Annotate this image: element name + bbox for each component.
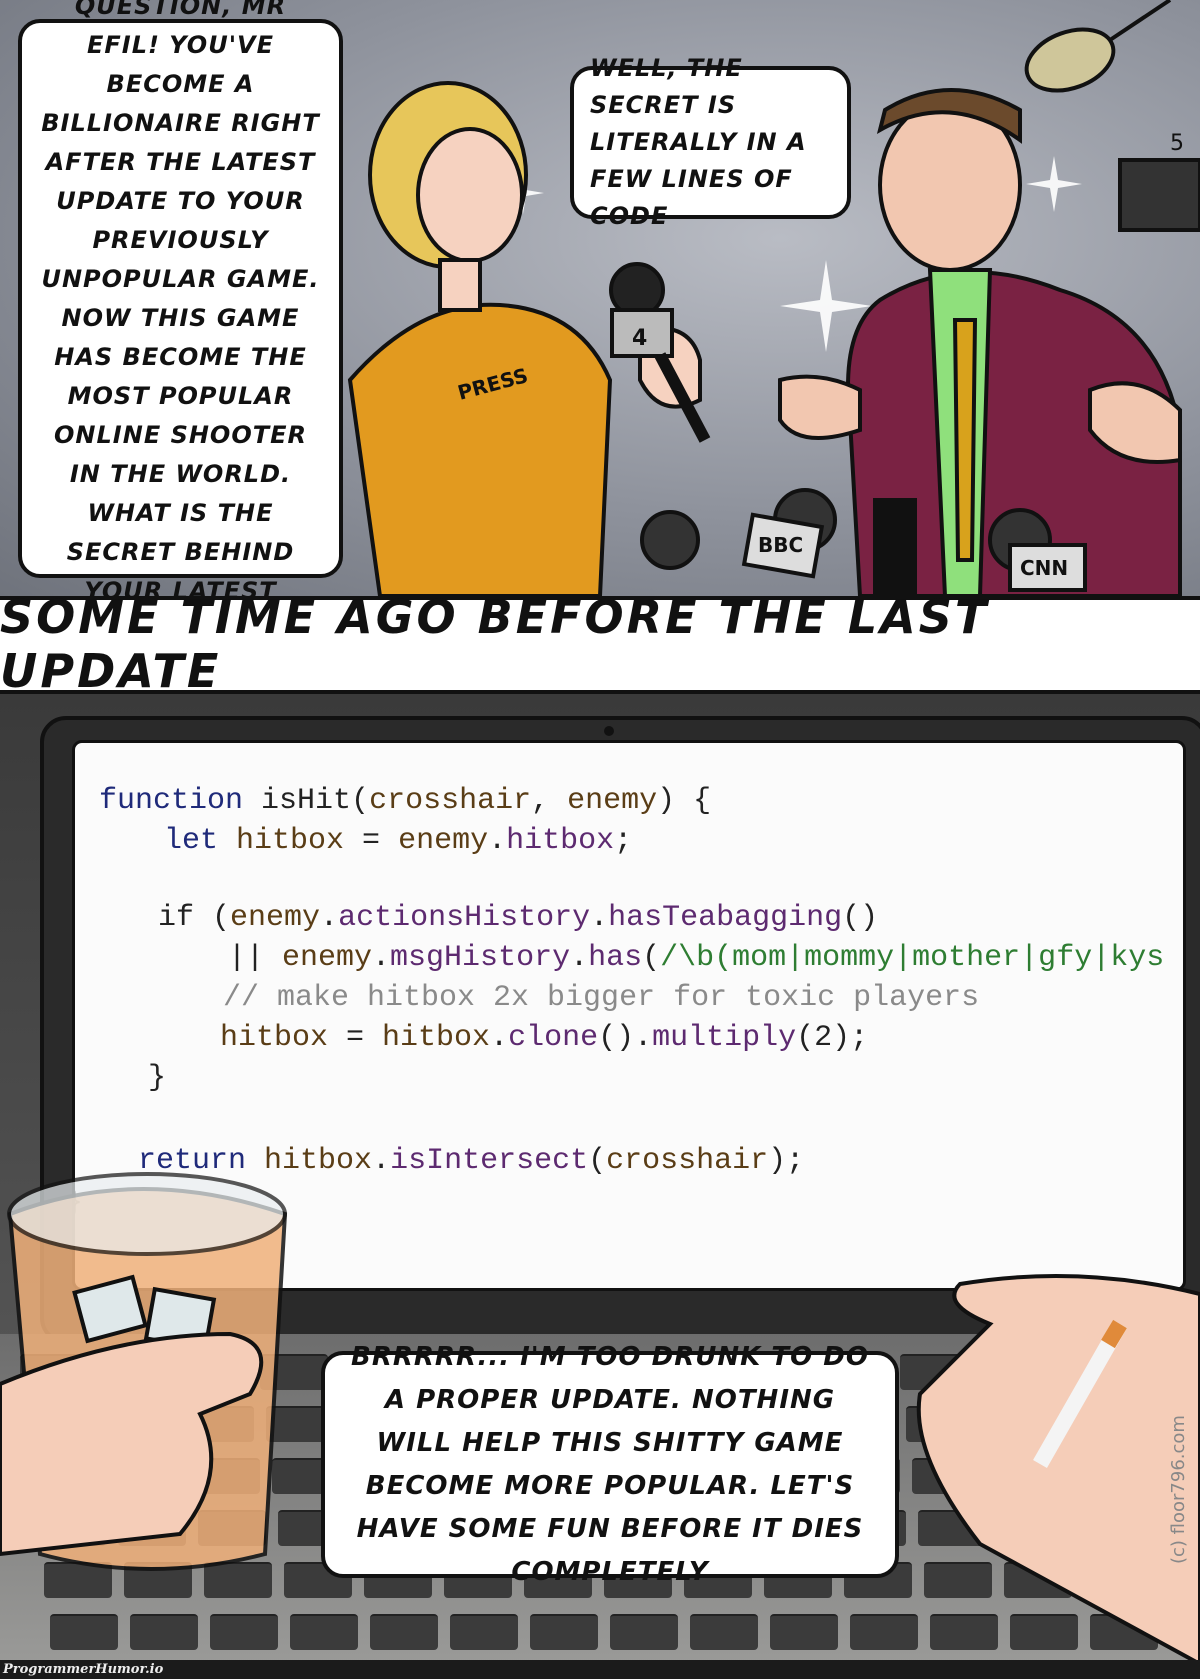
- drunk-developer-speech-bubble: Brrrrr... I'm too drunk to do a proper u…: [321, 1342, 899, 1587]
- interview-panel: PRESS 4 5 BBC CNN QUESTION, MR EFIL! YOU…: [0, 0, 1200, 600]
- svg-text:CNN: CNN: [1020, 556, 1068, 580]
- boom-microphone-icon: 5: [1024, 0, 1200, 232]
- right-hand: [916, 1274, 1200, 1664]
- svg-text:4: 4: [632, 326, 647, 351]
- svg-text:BBC: BBC: [758, 533, 803, 557]
- time-caption: Some time ago before the last update: [0, 590, 990, 698]
- laptop-panel: function isHit(crosshair, enemy) {let hi…: [0, 690, 1200, 1664]
- svg-text:5: 5: [1170, 131, 1184, 156]
- site-footer: ProgrammerHumor.io: [0, 1660, 1200, 1679]
- developer-speech-bubble: Well, the secret is literally in a few l…: [570, 54, 851, 230]
- watermark: (c) floor796.com: [1168, 1415, 1189, 1564]
- reporter-speech-bubble: ... And one more question, Mr Efil! You'…: [18, 0, 343, 596]
